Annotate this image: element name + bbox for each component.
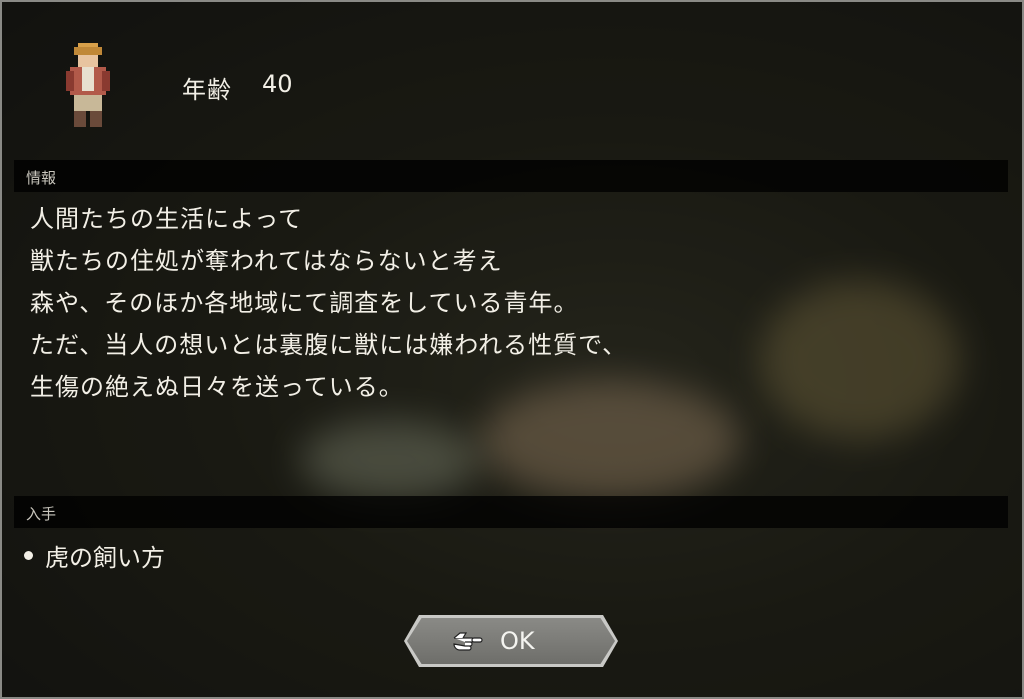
background-scenery	[760, 280, 960, 440]
ok-button[interactable]: OK	[404, 615, 618, 667]
traveler-sprite-icon	[66, 43, 110, 127]
info-line: ただ、当人の想いとは裏腹に獣には嫌われる性質で、	[30, 331, 628, 359]
info-line: 生傷の絶えぬ日々を送っている。	[30, 373, 404, 401]
age-value: 40	[262, 70, 293, 98]
info-line: 人間たちの生活によって	[30, 205, 304, 233]
acquire-header: 入手	[14, 496, 1008, 528]
background-scenery	[300, 420, 480, 500]
pointing-hand-icon	[453, 632, 483, 651]
age-label: 年齢	[182, 76, 232, 104]
acquire-item: 虎の飼い方	[24, 538, 165, 573]
info-line: 森や、そのほか各地域にて調査をしている青年。	[30, 289, 579, 317]
ok-button-label: OK	[500, 627, 535, 655]
info-line: 獣たちの住処が奪われてはならないと考え	[30, 247, 503, 275]
acquire-item-label: 虎の飼い方	[45, 544, 165, 572]
info-heading: 情報	[26, 169, 57, 187]
info-text: 人間たちの生活によって 獣たちの住処が奪われてはならないと考え 森や、そのほか各…	[30, 198, 627, 408]
acquire-heading: 入手	[26, 505, 57, 523]
bullet-icon	[24, 551, 33, 560]
info-header: 情報	[14, 160, 1008, 192]
